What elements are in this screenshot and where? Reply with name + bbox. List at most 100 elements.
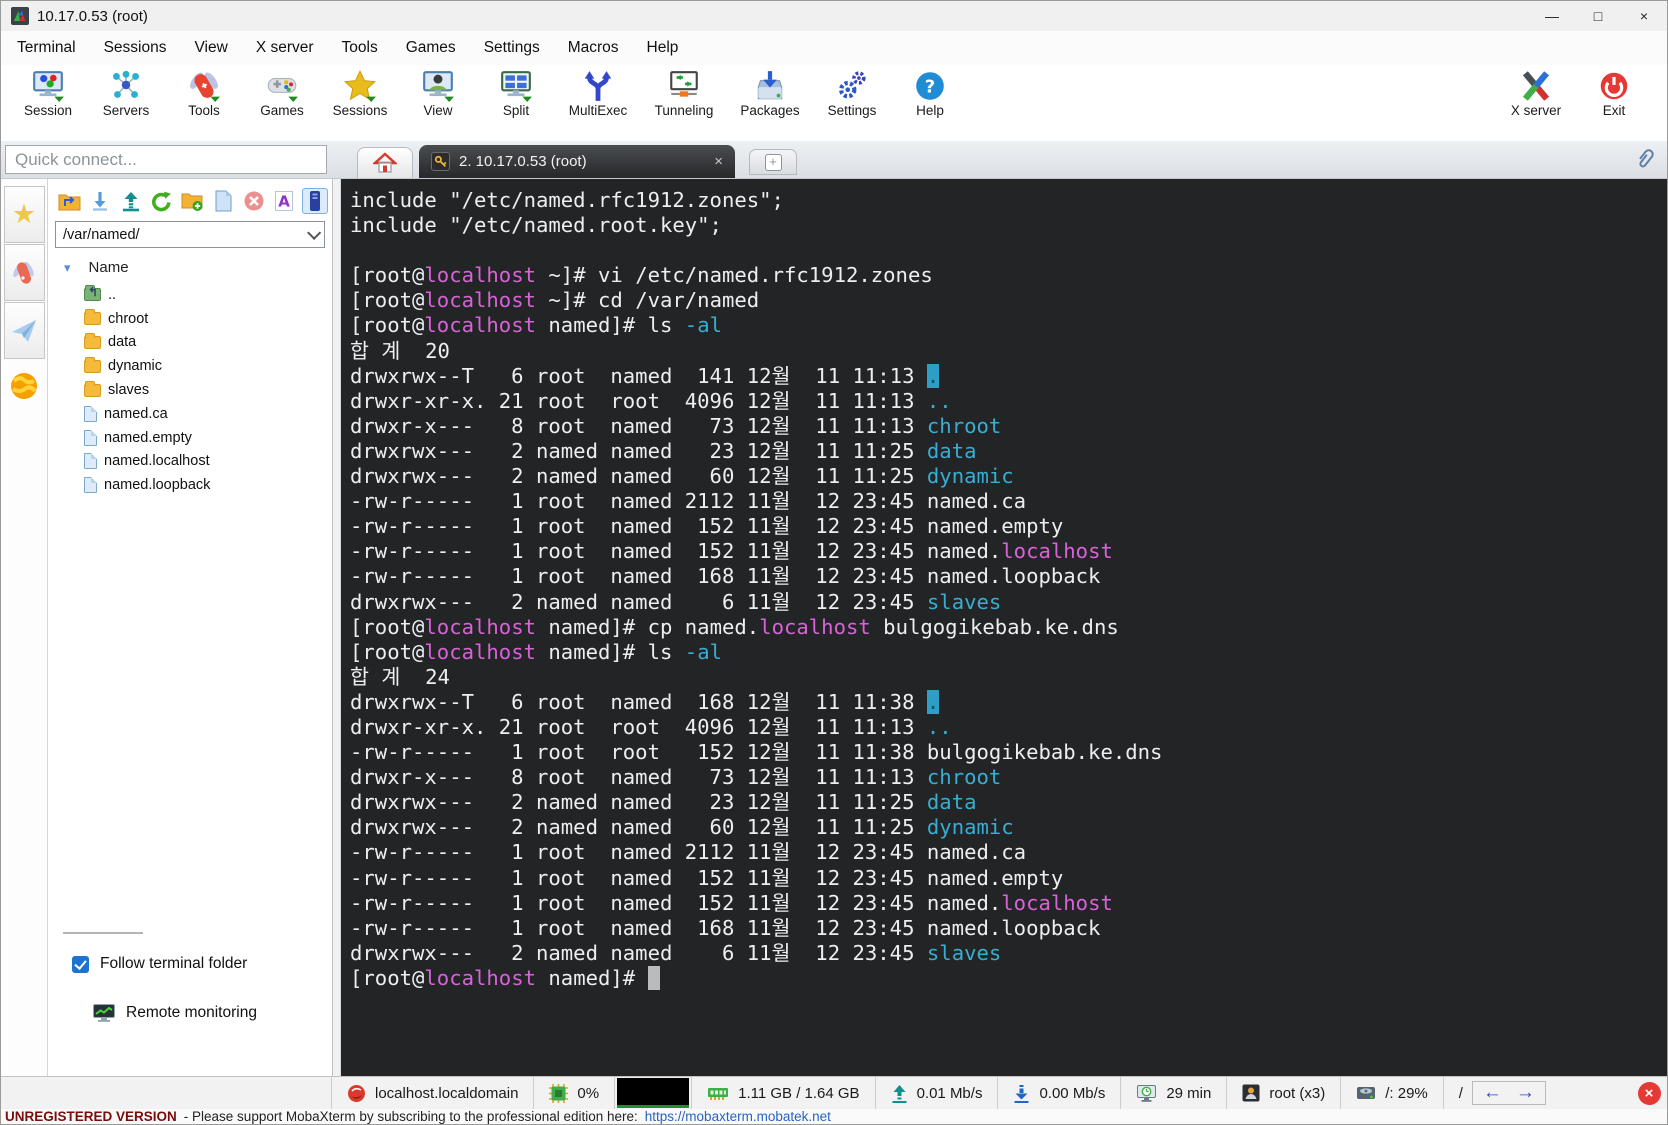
rename-text-button[interactable]: A xyxy=(272,188,298,214)
upload-arrow-icon xyxy=(892,1084,907,1103)
toolbar-view-button[interactable]: View xyxy=(399,70,477,118)
tree-header[interactable]: ▾ Name xyxy=(48,248,332,283)
tree-item[interactable]: named.loopback xyxy=(48,473,332,497)
dock-macros-tab[interactable] xyxy=(3,302,45,359)
nav-forward-icon[interactable]: → xyxy=(1516,1082,1535,1104)
toolbar-label: Exit xyxy=(1602,103,1626,118)
refresh-button[interactable] xyxy=(149,188,175,214)
sidebar-splitter-handle[interactable] xyxy=(63,932,143,934)
tab-close-icon[interactable]: × xyxy=(714,153,723,170)
maximize-button[interactable]: □ xyxy=(1575,1,1621,31)
plus-icon: + xyxy=(764,153,782,171)
new-tab-button[interactable]: + xyxy=(749,149,797,175)
menu-sessions[interactable]: Sessions xyxy=(90,39,181,57)
attachment-paperclip-icon[interactable] xyxy=(1633,146,1657,177)
toolbar-exit-button[interactable]: Exit xyxy=(1575,70,1653,118)
star-icon: ★ xyxy=(11,199,37,229)
status-nav: / ← → xyxy=(1444,1077,1561,1109)
status-user: root (x3) xyxy=(1227,1077,1342,1109)
download-button[interactable] xyxy=(88,188,114,214)
terminal-line: -rw-r----- 1 root named 168 11월 12 23:45… xyxy=(350,915,1101,940)
terminal-line: -rw-r----- 1 root root 152 12월 11 11:38 … xyxy=(350,740,1163,765)
toolbar-packages-button[interactable]: Packages xyxy=(727,70,813,118)
tree-item[interactable]: named.localhost xyxy=(48,450,332,474)
tree-item[interactable]: dynamic xyxy=(48,354,332,378)
tree-item[interactable]: .. xyxy=(48,283,332,307)
dock-sessions-tab[interactable]: ★ xyxy=(3,186,45,243)
tree-item-label: named.loopback xyxy=(104,477,211,494)
menu-settings[interactable]: Settings xyxy=(470,39,554,57)
terminal-line: drwxr-x--- 8 root named 73 12월 11 11:13 … xyxy=(350,765,1002,790)
toolbar-settings-button[interactable]: Settings xyxy=(813,70,891,118)
multiexec-icon xyxy=(580,70,616,102)
file-tree: .. chroot data dynamic slaves named.ca named.e… xyxy=(48,283,332,497)
toggle-panel-button[interactable] xyxy=(302,188,328,214)
toolbar-servers-button[interactable]: Servers xyxy=(87,70,165,118)
menu-bar: Terminal Sessions View X server Tools Ga… xyxy=(1,31,1667,65)
upload-label: 0.01 Mb/s xyxy=(916,1084,983,1102)
toolbar-session-button[interactable]: Session xyxy=(9,70,87,118)
toolbar-multiexec-button[interactable]: MultiExec xyxy=(555,70,641,118)
toolbar-split-button[interactable]: Split xyxy=(477,70,555,118)
cpu-graph xyxy=(617,1078,690,1108)
file-browser-sidebar: A /var/named/ ▾ Name .. chroot data dynamic… xyxy=(47,179,333,1076)
toolbar-tunneling-button[interactable]: Tunneling xyxy=(641,70,727,118)
menu-games[interactable]: Games xyxy=(392,39,470,57)
dock-tools-tab[interactable] xyxy=(3,244,45,301)
menu-macros[interactable]: Macros xyxy=(554,39,633,57)
home-tab[interactable] xyxy=(357,147,413,178)
terminal-line: -rw-r----- 1 root named 152 11월 12 23:45… xyxy=(350,890,1113,915)
terminal-line: drwxrwx--- 2 named named 6 11월 12 23:45 … xyxy=(350,940,1002,965)
quick-connect-input[interactable] xyxy=(5,145,327,174)
go-up-folder-button[interactable] xyxy=(57,188,83,214)
path-dropdown[interactable]: /var/named/ xyxy=(55,221,325,248)
terminal-line: drwxrwx--- 2 named named 23 12월 11 11:25… xyxy=(350,438,977,463)
toolbar-xserver-button[interactable]: X server xyxy=(1497,70,1575,118)
exit-power-icon xyxy=(1596,70,1632,102)
close-button[interactable]: × xyxy=(1621,1,1667,31)
tree-item[interactable]: data xyxy=(48,331,332,355)
file-browser-toolbar: A xyxy=(48,179,332,220)
active-session-tab[interactable]: 2. 10.17.0.53 (root) × xyxy=(419,145,735,178)
tree-item[interactable]: named.ca xyxy=(48,402,332,426)
menu-help[interactable]: Help xyxy=(633,39,693,57)
nav-back-icon[interactable]: ← xyxy=(1483,1082,1502,1104)
terminal-output[interactable]: include "/etc/named.rfc1912.zones"; inclu… xyxy=(341,179,1667,1076)
menu-x-server[interactable]: X server xyxy=(242,39,328,57)
follow-terminal-folder-checkbox[interactable] xyxy=(72,955,89,973)
mobatek-link[interactable]: https://mobaxterm.mobatek.net xyxy=(645,1109,831,1124)
uptime-label: 29 min xyxy=(1166,1084,1212,1102)
remote-monitoring-button[interactable]: Remote monitoring xyxy=(92,1003,257,1023)
new-folder-button[interactable] xyxy=(180,188,206,214)
tree-item[interactable]: named.empty xyxy=(48,426,332,450)
tree-item[interactable]: slaves xyxy=(48,378,332,402)
terminal-scrollbar[interactable] xyxy=(333,179,341,1076)
delete-button[interactable] xyxy=(241,188,267,214)
cpu-graph-segment xyxy=(615,1077,693,1109)
knife-icon xyxy=(13,261,34,284)
toolbar-sessions-button[interactable]: Sessions xyxy=(321,70,399,118)
follow-terminal-folder-option[interactable]: Follow terminal folder xyxy=(72,955,247,973)
minimize-button[interactable]: — xyxy=(1529,1,1575,31)
menu-view[interactable]: View xyxy=(180,39,241,57)
svg-text:?: ? xyxy=(925,76,935,97)
help-icon: ? xyxy=(912,70,948,102)
toolbar-games-button[interactable]: Games xyxy=(243,70,321,118)
file-icon xyxy=(84,429,97,446)
menu-tools[interactable]: Tools xyxy=(328,39,392,57)
toolbar-label: Help xyxy=(916,103,944,118)
upload-button[interactable] xyxy=(118,188,144,214)
disk-label: /: 29% xyxy=(1385,1084,1428,1102)
uptime-monitor-icon xyxy=(1137,1084,1157,1102)
paper-plane-icon xyxy=(12,319,36,342)
toolbar-label: Games xyxy=(260,103,304,118)
menu-terminal[interactable]: Terminal xyxy=(3,39,90,57)
toolbar-tools-button[interactable]: Tools xyxy=(165,70,243,118)
ram-icon xyxy=(708,1088,729,1100)
toolbar-help-button[interactable]: ? Help xyxy=(891,70,969,118)
tree-item[interactable]: chroot xyxy=(48,307,332,331)
status-close-button[interactable]: × xyxy=(1631,1077,1667,1109)
toolbar-label: MultiExec xyxy=(568,103,628,118)
new-file-button[interactable] xyxy=(210,188,236,214)
globe-icon[interactable] xyxy=(9,371,39,406)
